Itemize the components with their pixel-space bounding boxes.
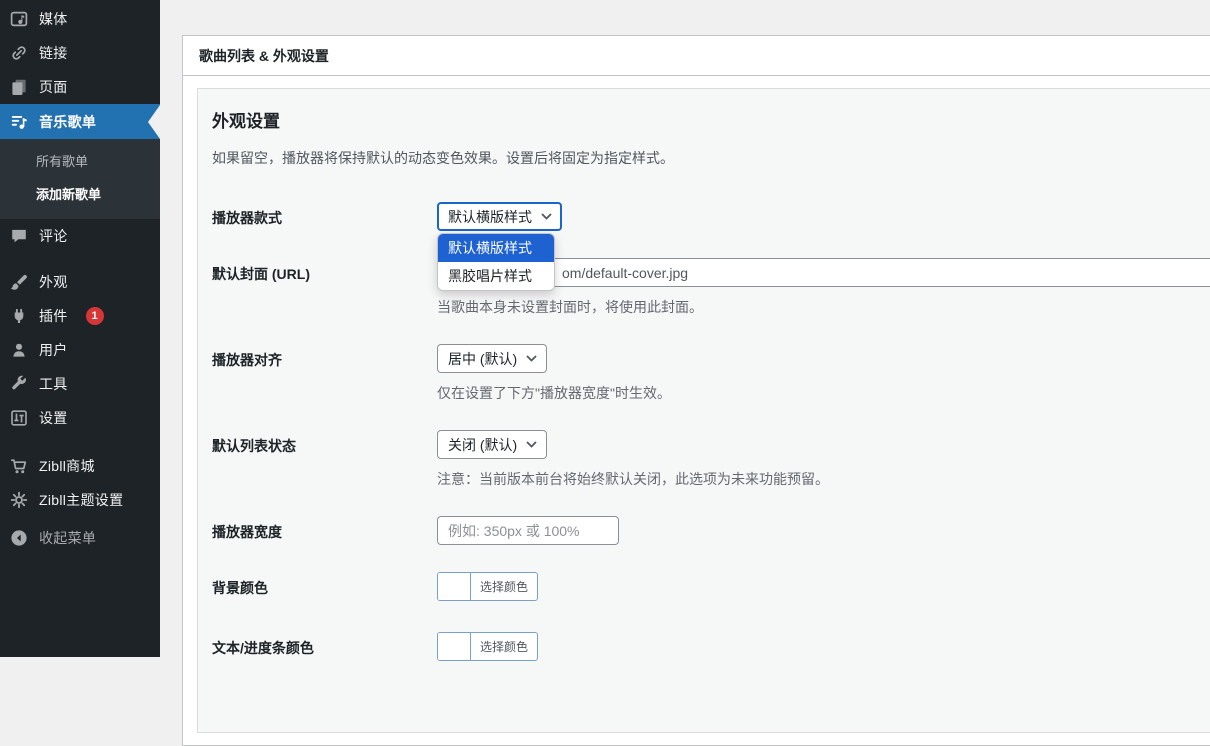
- cart-icon: [9, 456, 29, 476]
- pages-icon: [9, 77, 29, 97]
- sidebar-item-comments[interactable]: 评论: [0, 219, 160, 253]
- player-style-dropdown: 默认横版样式 黑胶唱片样式: [437, 233, 555, 291]
- player-align-select[interactable]: 居中 (默认): [437, 344, 547, 373]
- admin-content-area: 歌曲列表 & 外观设置 外观设置 如果留空，播放器将保持默认的动态变色效果。设置…: [160, 0, 1210, 657]
- collapse-icon: [9, 528, 29, 548]
- menu-separator: [0, 435, 160, 449]
- sidebar-item-links[interactable]: 链接: [0, 36, 160, 70]
- sidebar-item-label: 页面: [39, 77, 68, 97]
- player-align-selected-value: 居中 (默认): [448, 349, 517, 369]
- appearance-icon: [9, 272, 29, 292]
- default-list-state-select[interactable]: 关闭 (默认): [437, 430, 547, 459]
- users-icon: [9, 340, 29, 360]
- settings-icon: [9, 408, 29, 428]
- sidebar-item-label: 链接: [39, 43, 68, 63]
- background-color-picker-button[interactable]: 选择颜色: [437, 572, 538, 601]
- field-description: 注意：当前版本前台将始终默认关闭，此选项为未来功能预留。: [437, 469, 1210, 489]
- field-label: 默认封面 (URL): [212, 258, 437, 317]
- panel-title: 歌曲列表 & 外观设置: [183, 36, 1210, 76]
- sidebar-item-media[interactable]: 媒体: [0, 2, 160, 36]
- admin-sidebar: 媒体 链接 页面 音乐歌单 所有歌单 添加新歌单 评论 外观: [0, 0, 160, 657]
- gear-icon: [9, 490, 29, 510]
- field-row-player-align: 播放器对齐 居中 (默认) 仅在设置了下方"播放器宽度"时生效。: [212, 344, 1210, 403]
- field-row-player-style: 播放器款式 默认横版样式 默认横版样式 黑胶唱片样式: [212, 202, 1210, 231]
- sidebar-item-label: 评论: [39, 226, 68, 246]
- sidebar-item-label: 音乐歌单: [39, 112, 96, 132]
- music-playlist-submenu: 所有歌单 添加新歌单: [0, 139, 160, 219]
- player-width-input[interactable]: [437, 516, 619, 545]
- sidebar-item-label: Zibll商城: [39, 456, 95, 476]
- field-description: 当歌曲本身未设置封面时，将使用此封面。: [437, 297, 1210, 317]
- sidebar-item-settings[interactable]: 设置: [0, 401, 160, 435]
- sidebar-item-label: 插件: [39, 306, 68, 326]
- field-description: 仅在设置了下方"播放器宽度"时生效。: [437, 383, 1210, 403]
- link-icon: [9, 43, 29, 63]
- settings-panel: 歌曲列表 & 外观设置 外观设置 如果留空，播放器将保持默认的动态变色效果。设置…: [182, 35, 1210, 746]
- sidebar-item-appearance[interactable]: 外观: [0, 265, 160, 299]
- player-style-select[interactable]: 默认横版样式: [437, 202, 562, 231]
- chevron-down-icon: [526, 441, 537, 448]
- appearance-settings-card: 外观设置 如果留空，播放器将保持默认的动态变色效果。设置后将固定为指定样式。 播…: [197, 88, 1210, 733]
- field-label: 播放器宽度: [212, 516, 437, 545]
- comments-icon: [9, 226, 29, 246]
- field-label: 背景颜色: [212, 572, 437, 605]
- default-list-state-selected-value: 关闭 (默认): [448, 435, 517, 455]
- field-row-player-width: 播放器宽度: [212, 516, 1210, 545]
- panel-title-text: 歌曲列表 & 外观设置: [199, 48, 329, 64]
- section-heading: 外观设置: [212, 107, 1210, 132]
- sidebar-item-label: 外观: [39, 272, 68, 292]
- menu-separator: [0, 253, 160, 265]
- sidebar-item-music-playlist[interactable]: 音乐歌单: [0, 104, 160, 139]
- field-label: 播放器对齐: [212, 344, 437, 403]
- tools-icon: [9, 374, 29, 394]
- sidebar-item-collapse-menu[interactable]: 收起菜单: [0, 521, 160, 555]
- color-swatch: [438, 633, 471, 660]
- sidebar-item-label: 工具: [39, 374, 68, 394]
- field-row-text-progress-color: 文本/进度条颜色 选择颜色: [212, 632, 1210, 665]
- color-picker-label: 选择颜色: [471, 573, 537, 600]
- field-label: 默认列表状态: [212, 430, 437, 489]
- sidebar-item-label: 设置: [39, 408, 68, 428]
- dropdown-option-vinyl[interactable]: 黑胶唱片样式: [438, 262, 554, 290]
- color-swatch: [438, 573, 471, 600]
- sidebar-item-label: 收起菜单: [39, 528, 96, 548]
- sidebar-item-plugins[interactable]: 插件 1: [0, 299, 160, 333]
- plugin-icon: [9, 306, 29, 326]
- section-description: 如果留空，播放器将保持默认的动态变色效果。设置后将固定为指定样式。: [212, 148, 1210, 168]
- media-icon: [9, 9, 29, 29]
- field-label: 文本/进度条颜色: [212, 632, 437, 665]
- sidebar-item-zibll-theme-settings[interactable]: Zibll主题设置: [0, 483, 160, 517]
- sidebar-item-pages[interactable]: 页面: [0, 70, 160, 104]
- update-count-badge: 1: [86, 307, 104, 325]
- sidebar-item-zibll-store[interactable]: Zibll商城: [0, 449, 160, 483]
- sidebar-item-users[interactable]: 用户: [0, 333, 160, 367]
- sidebar-subitem-add-playlist[interactable]: 添加新歌单: [0, 177, 160, 210]
- music-playlist-icon: [9, 112, 29, 132]
- sidebar-item-tools[interactable]: 工具: [0, 367, 160, 401]
- chevron-down-icon: [541, 213, 552, 220]
- color-picker-label: 选择颜色: [471, 633, 537, 660]
- sidebar-subitem-all-playlists[interactable]: 所有歌单: [0, 144, 160, 177]
- sidebar-item-label: 用户: [39, 340, 68, 360]
- field-label: 播放器款式: [212, 202, 437, 231]
- player-style-selected-value: 默认横版样式: [448, 207, 532, 227]
- chevron-down-icon: [526, 355, 537, 362]
- sidebar-item-label: Zibll主题设置: [39, 490, 123, 510]
- field-row-background-color: 背景颜色 选择颜色: [212, 572, 1210, 605]
- sidebar-item-label: 媒体: [39, 9, 68, 29]
- field-row-default-list-state: 默认列表状态 关闭 (默认) 注意：当前版本前台将始终默认关闭，此选项为未来功能…: [212, 430, 1210, 489]
- field-row-default-cover: 默认封面 (URL) 当歌曲本身未设置封面时，将使用此封面。: [212, 258, 1210, 317]
- dropdown-option-default-horizontal[interactable]: 默认横版样式: [438, 234, 554, 262]
